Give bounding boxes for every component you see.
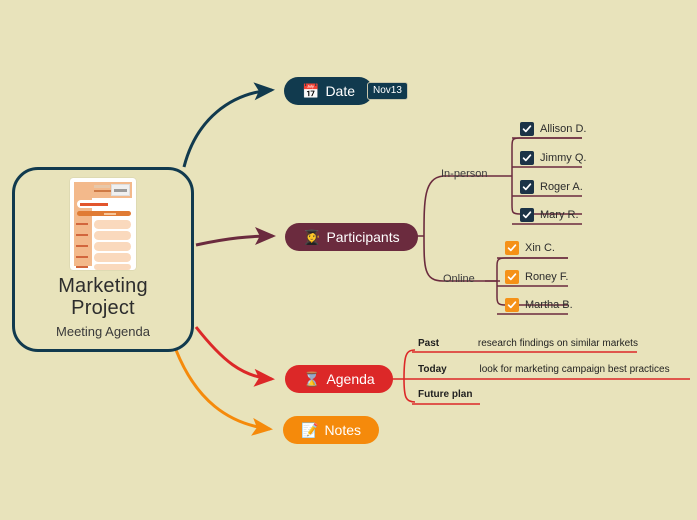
central-node-title-line1: Marketing [58,275,148,297]
hourglass-icon: ⌛ [303,371,321,387]
calendar-icon: 📅 [302,83,320,99]
thumb-row-label [76,223,88,226]
connector-central-to-notes [174,349,273,436]
meeting-title-document-thumbnail[interactable] [70,178,136,270]
thumb-row-label [76,256,88,259]
participant-name: Martha B. [525,299,573,311]
participant-row[interactable]: Allison D. [520,122,586,136]
central-node-title: Marketing Project [58,275,148,319]
thumb-row [94,220,131,229]
connector-agenda-bracket [403,349,416,403]
branch-node-date-label: Date [325,83,356,99]
memo-icon: 📝 [301,422,319,438]
agenda-item-key: Past [418,338,440,349]
participant-name: Roger A. [540,181,583,193]
branch-node-participants-label: Participants [326,229,400,245]
agenda-item-key: Future plan [418,389,473,400]
thumb-row [94,253,131,262]
checkbox-checked-icon[interactable] [505,270,519,284]
participant-row[interactable]: Martha B. [505,298,573,312]
date-badge[interactable]: Nov13 [367,82,408,100]
participant-name: Jimmy Q. [540,152,587,164]
agenda-item-value: research findings on similar markets [477,338,638,349]
thumb-title-pill [77,200,113,208]
connector-central-to-agenda [194,326,275,387]
checkbox-checked-icon[interactable] [505,298,519,312]
thumb-logo-box [111,184,130,196]
thumb-accent-bar-inner [104,212,116,215]
participant-row[interactable]: Roger A. [520,180,583,194]
branch-node-notes-label: Notes [324,422,362,438]
checkbox-checked-icon[interactable] [505,241,519,255]
connector-bracket-to-inperson [423,175,500,237]
central-node-title-line2: Project [71,297,135,319]
participant-name: Xin C. [525,242,555,254]
agenda-item-key: Today [418,364,447,375]
branch-node-date[interactable]: 📅 Date [284,77,374,105]
agenda-item-row[interactable]: Today look for marketing campaign best p… [418,364,670,375]
thumb-accent-bar [77,211,131,216]
group-label-in-person: In-person [441,168,488,180]
branch-node-notes[interactable]: 📝 Notes [283,416,380,444]
thumb-logo-text [114,188,127,192]
central-node-subtitle: Meeting Agenda [56,324,150,339]
mindmap-canvas: Marketing Project Meeting Agenda 📅 Date … [0,0,697,520]
participant-row[interactable]: Xin C. [505,241,555,255]
agenda-item-value: look for marketing campaign best practic… [479,364,670,375]
branch-node-agenda-label: Agenda [326,371,375,387]
checkbox-checked-icon[interactable] [520,180,534,194]
central-node[interactable]: Marketing Project Meeting Agenda [12,167,194,352]
connector-central-to-date [182,82,275,168]
connector-inperson-bracket [511,137,582,215]
thumb-row [94,231,131,240]
thumb-header-line-1 [94,185,110,188]
participant-name: Roney F. [525,271,569,283]
graduate-icon: 👩‍🎓 [303,229,321,245]
checkbox-checked-icon[interactable] [520,151,534,165]
agenda-item-row[interactable]: Future plan [418,389,475,400]
branch-node-agenda[interactable]: ⌛ Agenda [285,365,393,393]
thumb-row-label [76,234,88,237]
branch-node-participants[interactable]: 👩‍🎓 Participants [285,223,418,251]
thumb-row-label [76,245,88,248]
checkbox-checked-icon[interactable] [520,208,534,222]
thumb-row [94,264,131,270]
thumb-row-label [76,266,88,269]
agenda-item-row[interactable]: Past research findings on similar market… [418,338,638,349]
participant-row[interactable]: Mary R. [520,208,579,222]
connector-central-to-participants [195,227,276,247]
participant-row[interactable]: Roney F. [505,270,568,284]
group-label-online: Online [443,273,475,285]
checkbox-checked-icon[interactable] [520,122,534,136]
thumb-row [94,242,131,251]
participant-name: Allison D. [540,123,587,135]
participant-name: Mary R. [540,209,579,221]
participant-row[interactable]: Jimmy Q. [520,151,586,165]
thumb-title-text [80,202,108,206]
